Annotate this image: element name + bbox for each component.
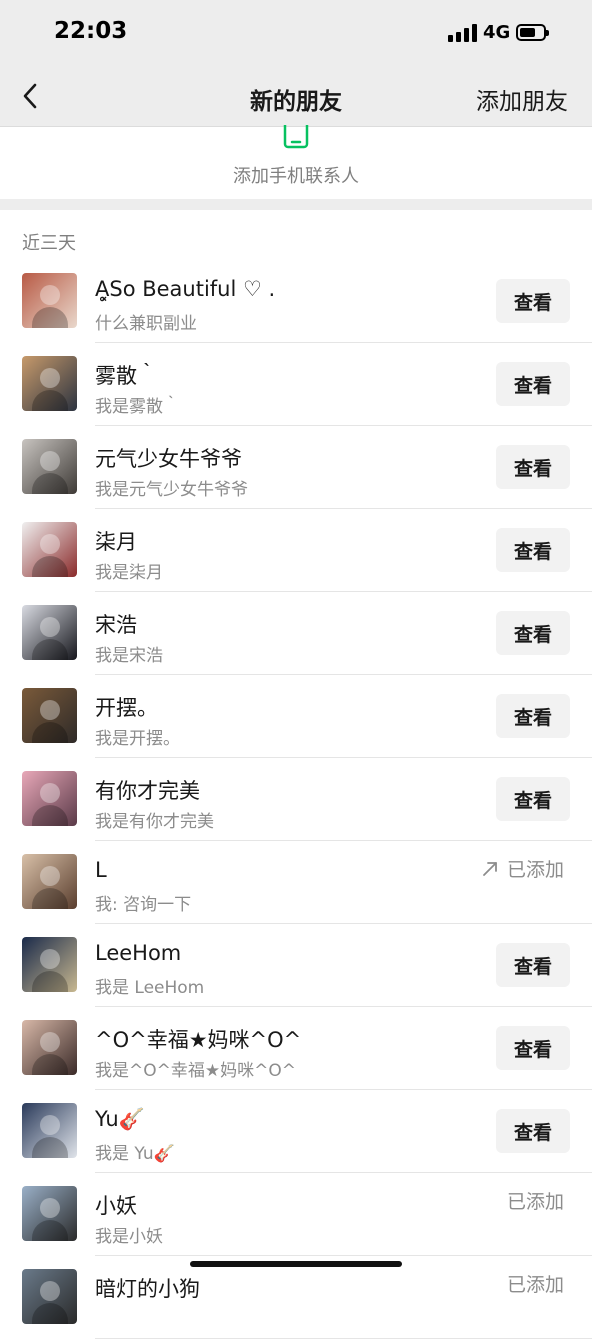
view-button[interactable]: 查看 [496, 1109, 570, 1153]
request-message: 我是雾散｀ [95, 397, 180, 417]
request-message: 我是开摆。 [95, 729, 180, 749]
avatar[interactable] [22, 937, 77, 992]
avatar[interactable] [22, 854, 77, 909]
view-button[interactable]: 查看 [496, 943, 570, 987]
request-message: 我是元气少女牛爷爷 [95, 480, 248, 500]
avatar[interactable] [22, 1186, 77, 1241]
friend-request-row[interactable]: L 我: 咨询一下 已添加 [0, 841, 592, 924]
friend-request-row[interactable]: 暗灯的小狗 已添加 [0, 1256, 592, 1339]
view-button[interactable]: 查看 [496, 1026, 570, 1070]
sent-arrow-icon [483, 861, 497, 876]
contact-name: 小妖 [95, 1194, 137, 1218]
avatar[interactable] [22, 1269, 77, 1324]
friend-request-row[interactable]: Ḁ͓So Beautiful ♡ . 什么兼职副业 查看 [0, 260, 592, 343]
avatar[interactable] [22, 1103, 77, 1158]
view-button[interactable]: 查看 [496, 528, 570, 572]
request-message: 我是^O^幸福★妈咪^O^ [95, 1061, 296, 1081]
view-button[interactable]: 查看 [496, 694, 570, 738]
view-button[interactable]: 查看 [496, 362, 570, 406]
added-label: 已添加 [506, 859, 564, 881]
friend-request-row[interactable]: 雾散｀ 我是雾散｀ 查看 [0, 343, 592, 426]
status-time: 22:03 [54, 18, 128, 44]
friend-request-row[interactable]: ^O^幸福★妈咪^O^ 我是^O^幸福★妈咪^O^ 查看 [0, 1007, 592, 1090]
friend-request-list: Ḁ͓So Beautiful ♡ . 什么兼职副业 查看 雾散｀ 我是雾散｀ 查看 元气少… [0, 260, 592, 1339]
request-message: 我是宋浩 [95, 646, 163, 666]
avatar[interactable] [22, 356, 77, 411]
section-gap [0, 199, 592, 210]
request-message: 我是有你才完美 [95, 812, 214, 832]
view-button[interactable]: 查看 [496, 279, 570, 323]
added-status: 已添加 [507, 1270, 564, 1297]
home-indicator [190, 1261, 402, 1267]
contact-name: 雾散｀ [95, 364, 158, 388]
added-label: 已添加 [506, 1191, 564, 1213]
contact-name: Yu🎸 [95, 1107, 145, 1131]
request-message: 什么兼职副业 [95, 314, 197, 334]
request-message: 我是 Yu🎸 [95, 1144, 175, 1164]
avatar[interactable] [22, 1020, 77, 1075]
add-phone-contacts-label: 添加手机联系人 [233, 166, 359, 187]
add-friend-button[interactable]: 添加朋友 [476, 82, 568, 116]
friend-request-row[interactable]: 开摆。我是开摆。 查看 [0, 675, 592, 758]
added-status: 已添加 [481, 855, 564, 882]
view-button[interactable]: 查看 [496, 611, 570, 655]
contact-name: ^O^幸福★妈咪^O^ [95, 1028, 302, 1052]
request-message: 我是 LeeHom [95, 978, 205, 998]
view-button[interactable]: 查看 [496, 445, 570, 489]
signal-icon [448, 24, 478, 42]
request-message: 我是小妖 [95, 1227, 163, 1247]
friend-request-row[interactable]: 柒月我是柒月 查看 [0, 509, 592, 592]
friend-request-row[interactable]: LeeHom 我是 LeeHom 查看 [0, 924, 592, 1007]
contact-name: Ḁ͓So Beautiful ♡ . [95, 277, 276, 301]
network-type: 4G [483, 22, 511, 43]
request-message: 我是柒月 [95, 563, 163, 583]
added-status: 已添加 [507, 1187, 564, 1214]
contact-name: 宋浩 [95, 613, 137, 637]
section-label: 近三天 [22, 233, 76, 254]
phone-icon [283, 119, 309, 149]
avatar[interactable] [22, 605, 77, 660]
request-message: 我: 咨询一下 [95, 895, 192, 915]
view-button[interactable]: 查看 [496, 777, 570, 821]
contact-name: 有你才完美 [95, 779, 200, 803]
status-bar: 22:03 4G [0, 0, 592, 68]
battery-icon [516, 24, 549, 41]
contact-name: 元气少女牛爷爷 [95, 447, 242, 471]
avatar[interactable] [22, 688, 77, 743]
contact-name: LeeHom [95, 941, 182, 965]
contact-name: L [95, 858, 107, 882]
avatar[interactable] [22, 273, 77, 328]
friend-request-row[interactable]: 小妖我是小妖 已添加 [0, 1173, 592, 1256]
friend-request-row[interactable]: 宋浩我是宋浩 查看 [0, 592, 592, 675]
avatar[interactable] [22, 771, 77, 826]
avatar[interactable] [22, 439, 77, 494]
contact-name: 暗灯的小狗 [95, 1277, 200, 1301]
friend-request-row[interactable]: 元气少女牛爷爷我是元气少女牛爷爷 查看 [0, 426, 592, 509]
friend-request-row[interactable]: 有你才完美我是有你才完美 查看 [0, 758, 592, 841]
friend-request-row[interactable]: Yu🎸 我是 Yu🎸 查看 [0, 1090, 592, 1173]
added-label: 已添加 [506, 1274, 564, 1296]
add-phone-contacts[interactable]: 添加手机联系人 [0, 119, 592, 199]
contact-name: 柒月 [95, 530, 137, 554]
back-icon[interactable] [16, 80, 48, 112]
contact-name: 开摆。 [95, 696, 158, 720]
avatar[interactable] [22, 522, 77, 577]
nav-bar: 新的朋友 添加朋友 [0, 68, 592, 127]
